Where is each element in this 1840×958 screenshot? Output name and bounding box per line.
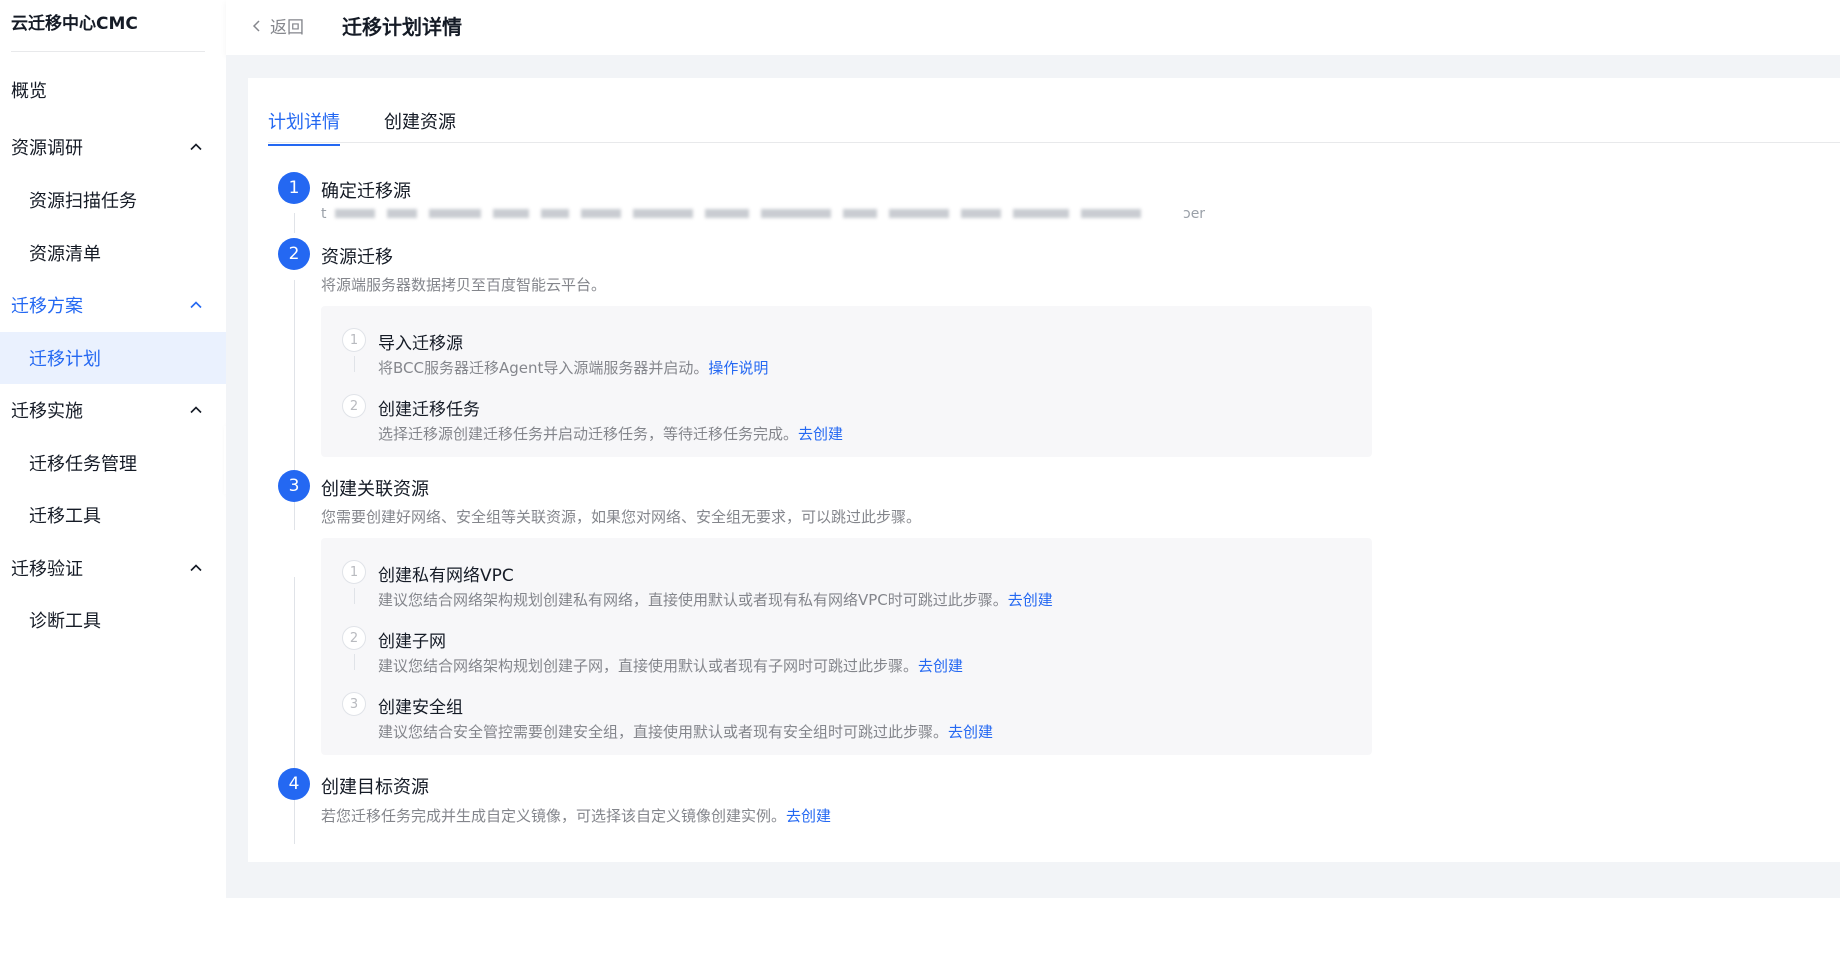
sidebar-item-label: 迁移实施 [11, 401, 83, 422]
tab-create-resources[interactable]: 创建资源 [384, 108, 456, 144]
divider [11, 51, 205, 52]
substep-panel: 1 创建私有网络VPC 建议您结合网络架构规划创建私有网络，直接使用默认或者现有… [321, 538, 1372, 755]
step-title: 创建关联资源 [321, 479, 429, 500]
redacted-source-info: t ɔer [321, 206, 1205, 222]
sidebar-item-label: 迁移计划 [29, 349, 101, 370]
step-connector [294, 213, 295, 233]
substep-connector [354, 356, 355, 372]
page-title: 迁移计划详情 [342, 15, 462, 39]
substep-connector [354, 588, 355, 604]
substep-number: 3 [342, 692, 366, 716]
step-description-text: 若您迁移任务完成并生成自定义镜像，可选择该自定义镜像创建实例。 [321, 807, 787, 825]
substep-description-text: 建议您结合安全管控需要创建安全组，直接使用默认或者现有安全组时可跳过此步骤。 [378, 723, 949, 741]
chevron-up-icon [190, 406, 202, 414]
step-title: 资源迁移 [321, 247, 393, 268]
step-number: 2 [278, 238, 310, 270]
sidebar-item-resource-list[interactable]: 资源清单 [0, 227, 226, 279]
chevron-up-icon [190, 564, 202, 572]
sidebar-item-task-management[interactable]: 迁移任务管理 [0, 437, 226, 489]
sidebar-group-research[interactable]: 资源调研 [0, 121, 226, 173]
sidebar-item-migration-plan[interactable]: 迁移计划 [0, 332, 226, 384]
chevron-up-icon [190, 301, 202, 309]
sidebar-item-label: 诊断工具 [29, 611, 101, 632]
substep-number: 1 [342, 560, 366, 584]
sidebar-item-label: 资源调研 [11, 138, 83, 159]
sidebar: 云迁移中心CMC 概览 资源调研 资源扫描任务 资源清单 迁移方案 迁移计划 迁… [0, 0, 226, 900]
back-label: 返回 [270, 18, 304, 38]
substep-description: 选择迁移源创建迁移任务并启动迁移任务，等待迁移任务完成。去创建 [378, 423, 843, 444]
substep-number: 2 [342, 626, 366, 650]
step-description: 将源端服务器数据拷贝至百度智能云平台。 [321, 276, 607, 294]
plan-detail-card: 计划详情 创建资源 1 确定迁移源 t ɔer 2 资源迁移 将源端服务器数据拷… [248, 78, 1840, 862]
sidebar-item-overview[interactable]: 概览 [0, 64, 226, 116]
sidebar-item-label: 资源清单 [29, 244, 101, 265]
sidebar-item-scan-tasks[interactable]: 资源扫描任务 [0, 174, 226, 226]
step-desc-end: ɔer [1183, 206, 1206, 222]
sidebar-item-migration-tools[interactable]: 迁移工具 [0, 489, 226, 541]
substep-description: 建议您结合网络架构规划创建私有网络，直接使用默认或者现有私有网络VPC时可跳过此… [378, 589, 1053, 610]
substep-title: 创建私有网络VPC [378, 566, 514, 586]
create-subnet-link[interactable]: 去创建 [918, 657, 963, 675]
substep-number: 2 [342, 394, 366, 418]
tab-bar: 计划详情 创建资源 [268, 108, 1840, 146]
substep-description-text: 建议您结合网络架构规划创建子网，直接使用默认或者现有子网时可跳过此步骤。 [378, 657, 919, 675]
sidebar-item-label: 概览 [11, 81, 47, 102]
sidebar-item-label: 迁移任务管理 [29, 454, 137, 475]
sidebar-fade [0, 860, 226, 900]
substep-title: 创建迁移任务 [378, 400, 480, 420]
step-number: 3 [278, 470, 310, 502]
substep-description: 建议您结合安全管控需要创建安全组，直接使用默认或者现有安全组时可跳过此步骤。去创… [378, 721, 993, 742]
step-number: 4 [278, 768, 310, 800]
back-button[interactable]: 返回 [250, 13, 304, 38]
substep-connector [354, 654, 355, 670]
operation-guide-link[interactable]: 操作说明 [708, 359, 768, 377]
sidebar-item-label: 迁移方案 [11, 296, 83, 317]
step-connector [294, 577, 295, 844]
substep-description: 建议您结合网络架构规划创建子网，直接使用默认或者现有子网时可跳过此步骤。去创建 [378, 655, 963, 676]
substep-description-text: 建议您结合网络架构规划创建私有网络，直接使用默认或者现有私有网络VPC时可跳过此… [378, 591, 1008, 609]
step-desc-start: t [321, 206, 327, 222]
sidebar-item-label: 迁移验证 [11, 559, 83, 580]
step-description: 若您迁移任务完成并生成自定义镜像，可选择该自定义镜像创建实例。去创建 [321, 805, 831, 826]
step-description: 您需要创建好网络、安全组等关联资源，如果您对网络、安全组无要求，可以跳过此步骤。 [321, 508, 922, 526]
substep-title: 导入迁移源 [378, 334, 463, 354]
chevron-up-icon [190, 143, 202, 151]
substep-description-text: 选择迁移源创建迁移任务并启动迁移任务，等待迁移任务完成。 [378, 425, 799, 443]
create-security-group-link[interactable]: 去创建 [948, 723, 993, 741]
tab-plan-detail[interactable]: 计划详情 [268, 108, 340, 146]
chevron-left-icon [252, 19, 260, 32]
substep-number: 1 [342, 328, 366, 352]
substep-title: 创建子网 [378, 632, 446, 652]
step-number: 1 [278, 172, 310, 204]
step-title: 创建目标资源 [321, 777, 429, 798]
page-header: 返回 迁移计划详情 [226, 0, 1840, 55]
create-migration-task-link[interactable]: 去创建 [798, 425, 843, 443]
substep-title: 创建安全组 [378, 698, 463, 718]
substep-panel: 1 导入迁移源 将BCC服务器迁移Agent导入源端服务器并启动。操作说明 2 … [321, 306, 1372, 457]
sidebar-item-label: 迁移工具 [29, 506, 101, 527]
sidebar-group-verification[interactable]: 迁移验证 [0, 542, 226, 594]
app-title: 云迁移中心CMC [11, 14, 138, 34]
sidebar-group-plan[interactable]: 迁移方案 [0, 279, 226, 331]
substep-description-text: 将BCC服务器迁移Agent导入源端服务器并启动。 [378, 359, 709, 377]
create-target-resource-link[interactable]: 去创建 [786, 807, 831, 825]
create-vpc-link[interactable]: 去创建 [1008, 591, 1053, 609]
substep-description: 将BCC服务器迁移Agent导入源端服务器并启动。操作说明 [378, 357, 768, 378]
step-title: 确定迁移源 [321, 181, 411, 202]
sidebar-item-label: 资源扫描任务 [29, 191, 137, 212]
sidebar-item-diagnostic-tools[interactable]: 诊断工具 [0, 594, 226, 646]
sidebar-group-implementation[interactable]: 迁移实施 [0, 384, 226, 436]
